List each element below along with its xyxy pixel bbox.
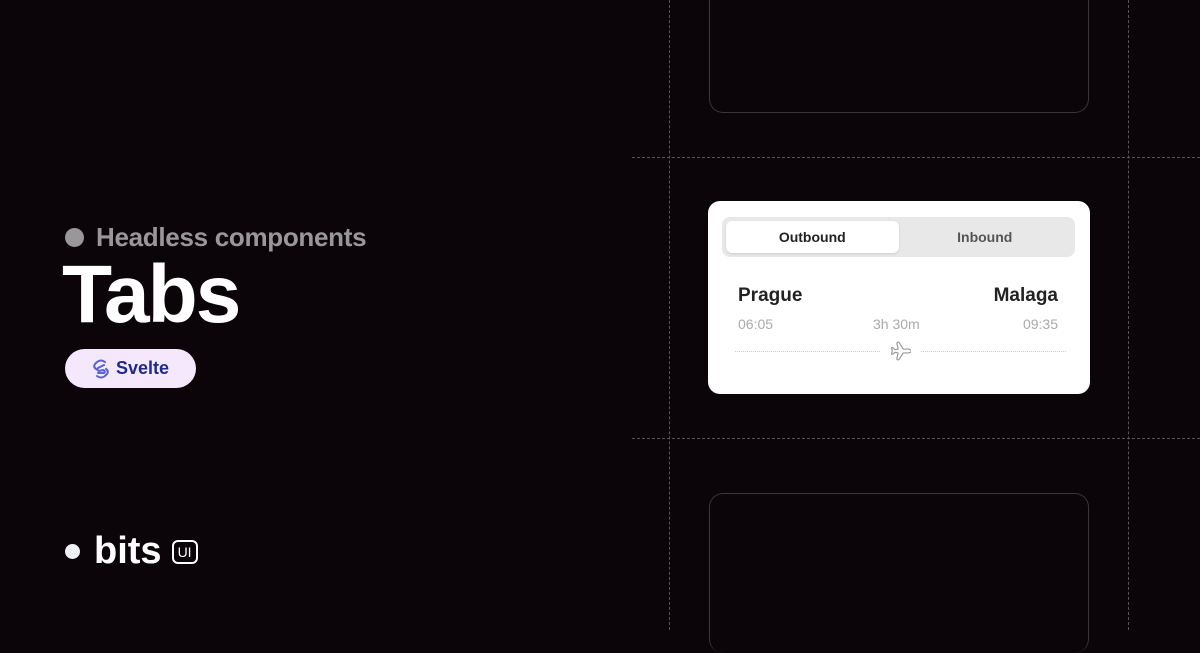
badge-label: Svelte — [115, 358, 170, 378]
logo-name: bits — [94, 530, 162, 572]
flight-duration: 3h 30m — [873, 316, 920, 332]
dot-icon — [65, 228, 84, 247]
destination-city: Malaga — [993, 285, 1058, 306]
flight-tabs-card: Outbound Inbound Prague Malaga 06:05 3h … — [708, 201, 1090, 394]
dot-icon — [65, 544, 80, 559]
logo-suffix: UI — [171, 539, 198, 564]
arrival-time: 09:35 — [1022, 316, 1058, 332]
tab-outbound[interactable]: Outbound — [726, 221, 899, 253]
origin-city: Prague — [738, 285, 803, 306]
guide-line — [1128, 0, 1129, 630]
guide-line — [669, 0, 670, 630]
page-title: Tabs — [62, 249, 241, 340]
plane-icon — [890, 341, 911, 361]
departure-time: 06:05 — [738, 316, 774, 332]
tab-list: Outbound Inbound — [722, 217, 1075, 257]
route-line — [735, 351, 880, 352]
guide-line — [632, 438, 1200, 439]
placeholder-card-bottom — [709, 493, 1089, 653]
placeholder-card-top — [709, 0, 1089, 113]
tab-inbound[interactable]: Inbound — [899, 221, 1072, 253]
bits-ui-logo: bits UI — [65, 530, 198, 573]
route-line — [921, 351, 1066, 352]
svelte-badge: Svelte — [65, 349, 196, 388]
svelte-icon — [93, 359, 109, 378]
guide-line — [632, 157, 1200, 158]
